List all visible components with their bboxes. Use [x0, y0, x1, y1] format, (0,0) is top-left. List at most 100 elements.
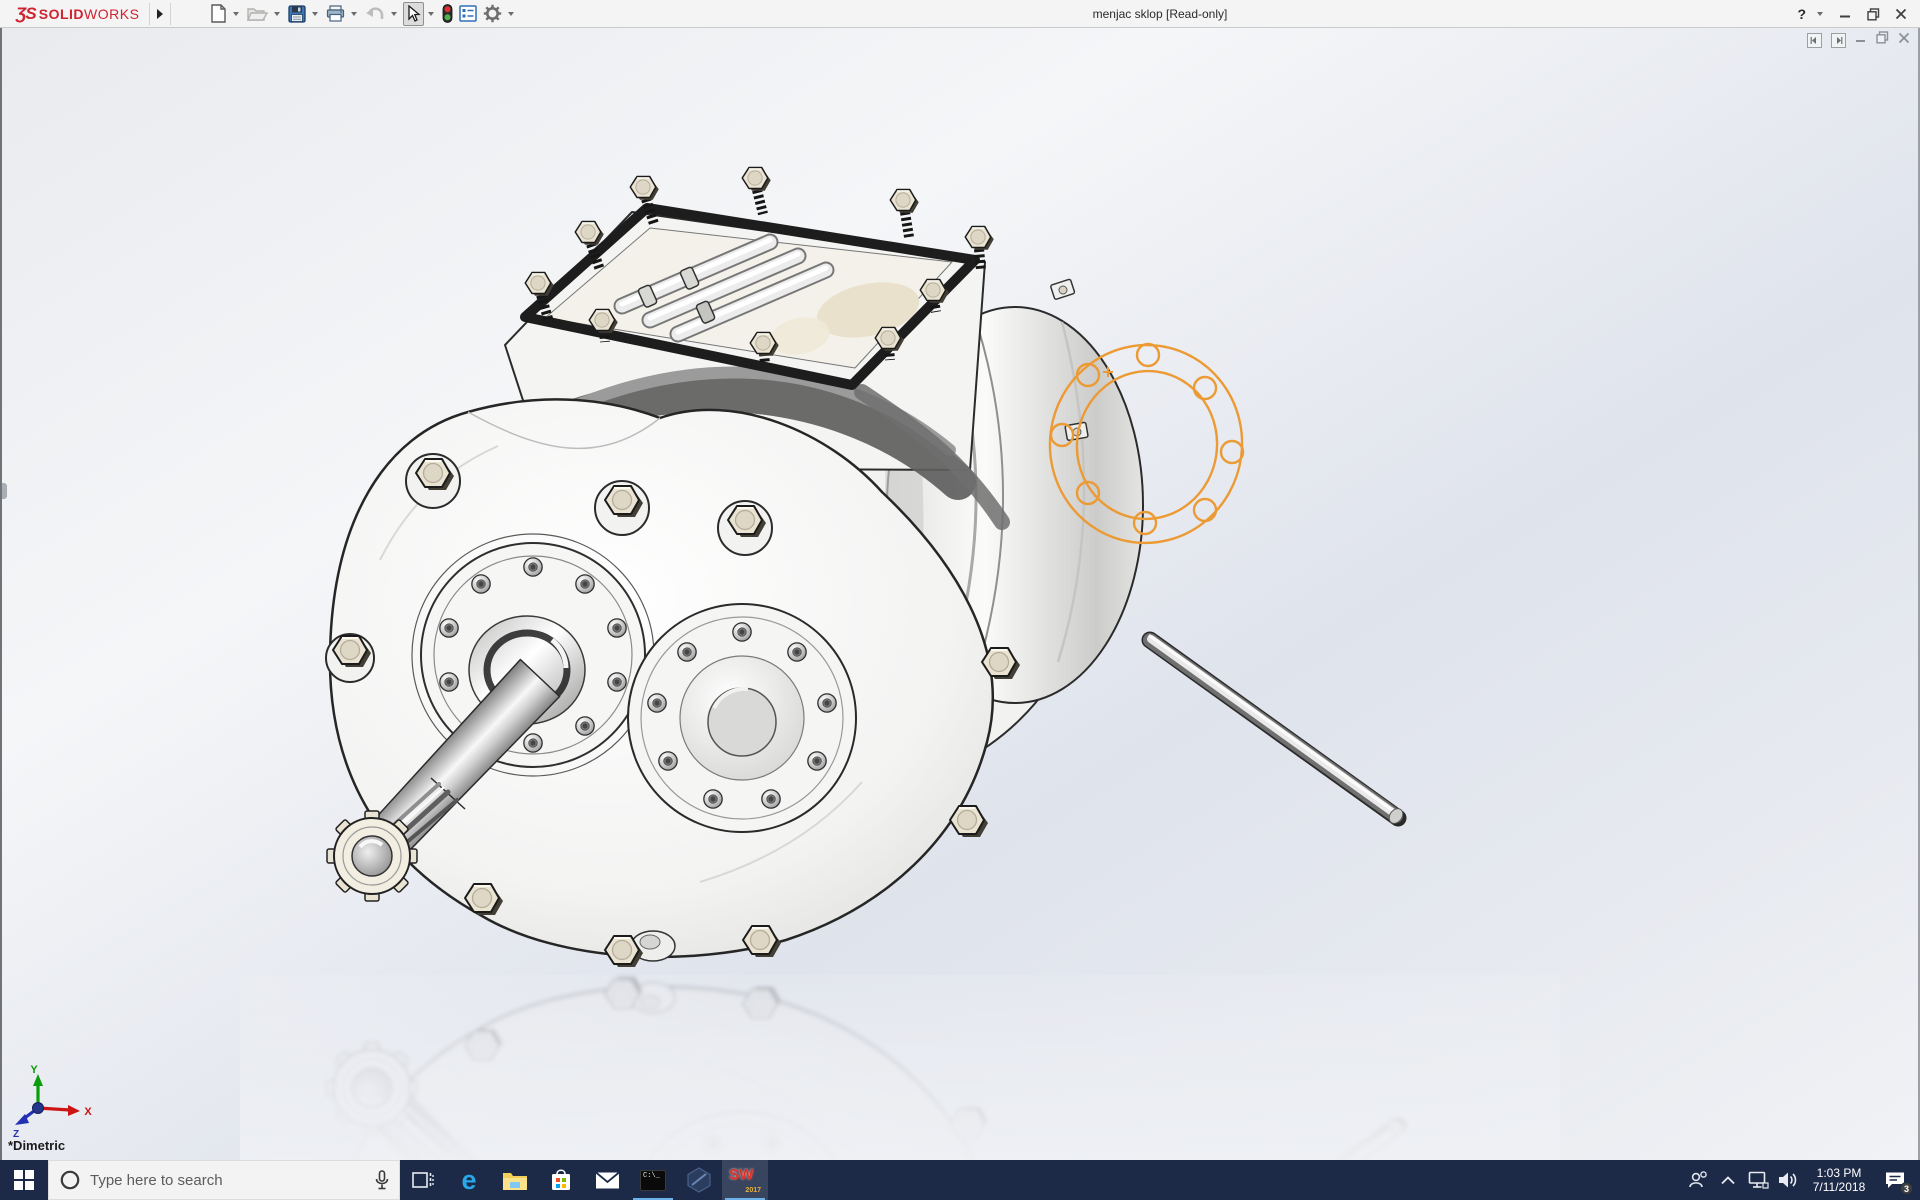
restore-icon	[1876, 31, 1889, 44]
cortana-icon	[59, 1169, 81, 1191]
taskbar-item-solidworks[interactable]: SW 2017	[722, 1160, 768, 1200]
clock-date: 7/11/2018	[1805, 1180, 1873, 1194]
doc-restore-button[interactable]	[1876, 31, 1889, 49]
doc-close-button[interactable]	[1898, 31, 1910, 49]
settings-button[interactable]	[481, 2, 504, 26]
select-tool-button[interactable]	[403, 2, 424, 26]
taskbar-search[interactable]	[48, 1160, 400, 1200]
network-button[interactable]	[1743, 1160, 1773, 1200]
previous-view-button[interactable]	[1807, 33, 1822, 48]
restore-button[interactable]	[1862, 3, 1884, 25]
taskbar-item-store[interactable]	[538, 1160, 584, 1200]
expand-arrow-icon	[157, 9, 163, 19]
taskbar-item-mail[interactable]	[584, 1160, 630, 1200]
speaker-icon	[1778, 1171, 1798, 1189]
gear-icon	[483, 4, 502, 23]
document-window-controls	[1807, 31, 1910, 49]
menu-expander-button[interactable]	[152, 3, 168, 25]
clock[interactable]: 1:03 PM 7/11/2018	[1803, 1166, 1875, 1194]
print-button[interactable]	[324, 2, 347, 26]
select-cursor-icon	[406, 5, 421, 22]
sw-letters: SW	[729, 1166, 753, 1183]
tray-overflow-button[interactable]	[1713, 1160, 1743, 1200]
microphone-icon[interactable]	[375, 1170, 389, 1190]
clock-time: 1:03 PM	[1805, 1166, 1873, 1180]
print-icon	[326, 5, 345, 22]
start-button[interactable]	[0, 1160, 48, 1200]
close-icon	[1898, 32, 1910, 44]
solidworks-window: Y X Z *Dimetric ƷS SOLID WORKS	[0, 0, 1920, 1200]
dropdown-caret-icon[interactable]	[274, 12, 280, 16]
triad-y-label: Y	[30, 1064, 38, 1076]
dropdown-caret-icon[interactable]	[508, 12, 514, 16]
feature-tree-flyout-tab[interactable]	[2, 483, 7, 499]
window-controls: ?	[1795, 0, 1912, 28]
title-bar: ƷS SOLID WORKS	[0, 0, 1920, 28]
minimize-icon	[1855, 32, 1867, 44]
dropdown-caret-icon[interactable]	[233, 12, 239, 16]
solidworks-logo: ƷS SOLID WORKS	[0, 0, 147, 27]
help-button[interactable]: ?	[1795, 6, 1808, 22]
task-view-button[interactable]	[400, 1160, 446, 1200]
taskbar-item-file-explorer[interactable]	[492, 1160, 538, 1200]
doc-minimize-button[interactable]	[1855, 31, 1867, 49]
open-folder-icon	[247, 5, 268, 22]
sw-year: 2017	[745, 1187, 761, 1194]
search-input[interactable]	[90, 1172, 366, 1189]
people-button[interactable]	[1683, 1160, 1713, 1200]
close-icon	[1895, 8, 1907, 20]
open-button[interactable]	[245, 2, 270, 26]
dropdown-caret-icon[interactable]	[312, 12, 318, 16]
restore-icon	[1867, 8, 1880, 21]
new-document-icon	[210, 4, 227, 23]
brand-light-text: WORKS	[84, 6, 139, 22]
next-view-button[interactable]	[1831, 33, 1846, 48]
chevron-up-icon	[1721, 1176, 1735, 1185]
orientation-triad: Y X Z	[8, 1062, 103, 1140]
triad-x-label: X	[84, 1106, 92, 1118]
file-explorer-icon	[502, 1170, 528, 1191]
brand-bold-text: SOLID	[39, 6, 84, 22]
windows-logo-icon	[14, 1170, 34, 1190]
rebuild-button[interactable]	[440, 2, 455, 26]
gearbox-scene[interactable]	[0, 0, 1920, 1160]
dropdown-caret-icon[interactable]	[428, 12, 434, 16]
undo-arrow-icon	[365, 6, 385, 21]
arrow-right-icon	[1834, 36, 1843, 45]
help-dropdown-caret-icon[interactable]	[1817, 12, 1823, 16]
minimize-button[interactable]	[1834, 3, 1856, 25]
new-document-button[interactable]	[208, 2, 229, 26]
minimize-icon	[1839, 8, 1851, 20]
traffic-light-icon	[442, 4, 453, 23]
taskbar-item-hexagon-app[interactable]	[676, 1160, 722, 1200]
undo-button[interactable]	[363, 2, 387, 26]
dropdown-caret-icon[interactable]	[391, 12, 397, 16]
system-tray: 1:03 PM 7/11/2018 3	[1683, 1160, 1920, 1200]
save-button[interactable]	[286, 2, 308, 26]
people-icon	[1688, 1170, 1708, 1190]
options-list-button[interactable]	[457, 2, 479, 26]
reflection-fade	[240, 975, 1560, 1160]
volume-button[interactable]	[1773, 1160, 1803, 1200]
task-view-icon	[412, 1170, 434, 1190]
graphics-viewport[interactable]: Y X Z *Dimetric	[0, 0, 1920, 1160]
view-orientation-label: *Dimetric	[8, 1138, 65, 1153]
command-prompt-icon: C:\_	[640, 1170, 666, 1191]
solidworks-2017-icon: SW 2017	[729, 1166, 761, 1194]
separator	[170, 3, 171, 25]
microsoft-store-icon	[550, 1168, 572, 1192]
save-floppy-icon	[288, 5, 306, 23]
taskbar-item-cmd[interactable]: C:\_	[630, 1160, 676, 1200]
action-center-button[interactable]: 3	[1875, 1160, 1915, 1200]
separator	[149, 3, 150, 25]
right-flange[interactable]	[628, 604, 856, 832]
solidworks-logo-icon: ƷS	[16, 4, 36, 24]
windows-taskbar: e C:\_	[0, 1160, 1920, 1200]
dropdown-caret-icon[interactable]	[351, 12, 357, 16]
arrow-left-icon	[1810, 36, 1819, 45]
taskbar-item-edge[interactable]: e	[446, 1160, 492, 1200]
spline-end[interactable]	[327, 811, 417, 901]
close-button[interactable]	[1890, 3, 1912, 25]
hexagon-app-icon	[687, 1167, 711, 1193]
notification-badge: 3	[1900, 1182, 1913, 1195]
